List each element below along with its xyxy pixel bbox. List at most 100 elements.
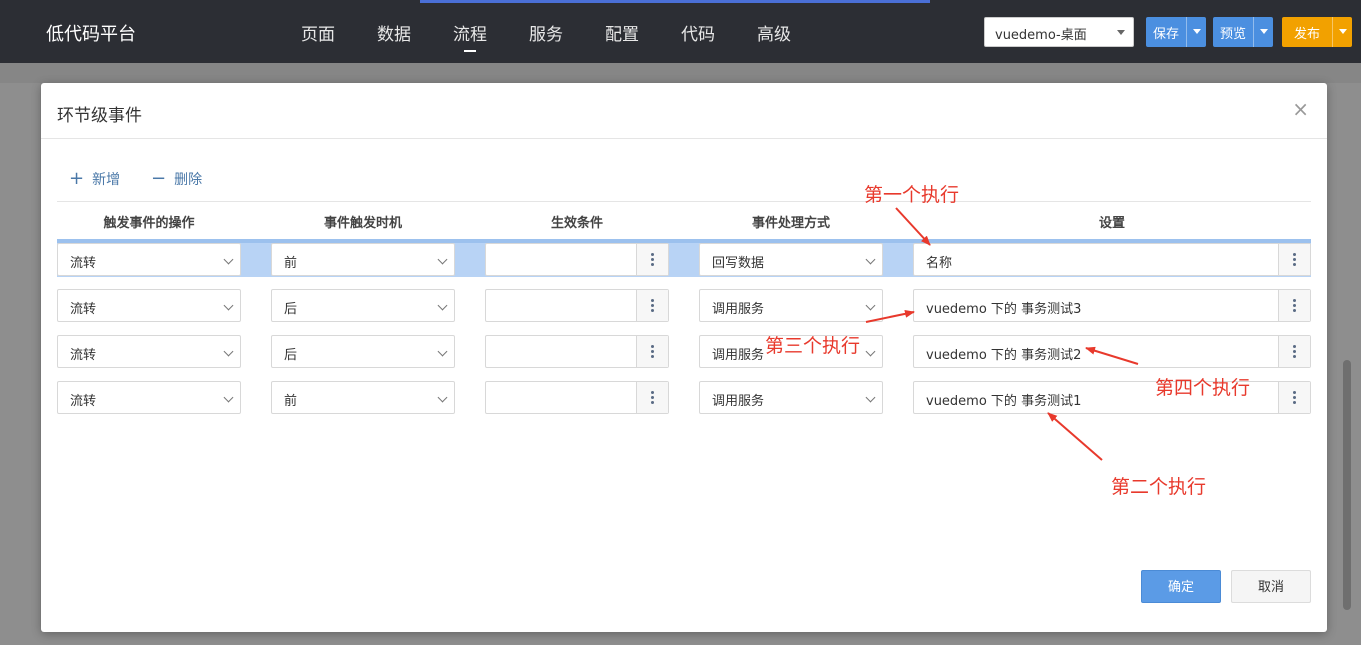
timing-select[interactable]: 前: [271, 381, 455, 414]
background-scrollbar: [1343, 360, 1351, 610]
preview-button[interactable]: 预览: [1213, 17, 1253, 47]
more-vertical-icon[interactable]: [636, 244, 668, 275]
timing-select[interactable]: 前: [271, 243, 455, 276]
setting-value: vuedemo 下的 事务测试1: [926, 394, 1082, 409]
nav-item-services[interactable]: 服务: [508, 20, 584, 52]
setting-value: vuedemo 下的 事务测试2: [926, 348, 1082, 363]
main-nav: 页面 数据 流程 服务 配置 代码 高级: [280, 20, 812, 52]
caret-down-icon: [1117, 30, 1125, 35]
setting-input[interactable]: 名称: [913, 243, 1311, 276]
setting-value: 名称: [926, 256, 953, 271]
table-row[interactable]: 流转 前 回写数据 名称: [57, 239, 1311, 277]
more-vertical-icon[interactable]: [1278, 382, 1310, 413]
method-select[interactable]: 调用服务: [699, 381, 883, 414]
add-event-label: 新增: [92, 172, 121, 188]
annotation-second: 第二个执行: [1111, 476, 1207, 498]
timing-value: 前: [284, 256, 298, 271]
setting-input[interactable]: vuedemo 下的 事务测试1: [913, 381, 1311, 414]
nav-item-config[interactable]: 配置: [584, 20, 660, 52]
condition-input[interactable]: [485, 243, 669, 276]
more-vertical-icon[interactable]: [636, 336, 668, 367]
nav-item-advanced[interactable]: 高级: [736, 20, 812, 52]
column-header-setting: 设置: [1098, 216, 1125, 231]
more-vertical-icon[interactable]: [636, 382, 668, 413]
save-button[interactable]: 保存: [1146, 17, 1186, 47]
chevron-down-icon: [437, 254, 448, 265]
operation-select[interactable]: 流转: [57, 381, 241, 414]
table-row[interactable]: 流转 前 调用服务 vuedemo 下的 事务测试1: [57, 377, 1311, 415]
method-select[interactable]: 调用服务: [699, 289, 883, 322]
dialog-title: 环节级事件: [57, 106, 142, 126]
plus-icon: +: [69, 168, 85, 189]
delete-event-label: 删除: [174, 172, 203, 188]
brand-title: 低代码平台: [46, 24, 136, 45]
timing-value: 前: [284, 394, 298, 409]
setting-value: vuedemo 下的 事务测试3: [926, 302, 1082, 317]
table-row[interactable]: 流转 后 调用服务 vuedemo 下的 事务测试2: [57, 331, 1311, 369]
dialog-header: 环节级事件 ×: [41, 83, 1327, 139]
cancel-button[interactable]: 取消: [1231, 570, 1311, 603]
nav-item-data[interactable]: 数据: [356, 20, 432, 52]
node-event-dialog: 环节级事件 × + 新增 − 删除 触发事件的操作 事件触发时机 生效条件 事件…: [41, 83, 1327, 632]
timing-value: 后: [284, 302, 298, 317]
top-accent-line: [420, 0, 930, 3]
preview-split-button: 预览: [1213, 17, 1274, 47]
confirm-button[interactable]: 确定: [1141, 570, 1221, 603]
method-value: 调用服务: [712, 348, 765, 363]
column-header-condition: 生效条件: [550, 216, 603, 231]
chevron-down-icon: [223, 392, 234, 403]
chevron-down-icon: [865, 346, 876, 357]
method-value: 调用服务: [712, 302, 765, 317]
method-select[interactable]: 回写数据: [699, 243, 883, 276]
preview-dropdown-icon[interactable]: [1253, 17, 1273, 47]
setting-input[interactable]: vuedemo 下的 事务测试2: [913, 335, 1311, 368]
operation-value: 流转: [70, 302, 97, 317]
column-header-operation: 触发事件的操作: [103, 216, 195, 231]
operation-value: 流转: [70, 256, 97, 271]
method-value: 调用服务: [712, 394, 765, 409]
more-vertical-icon[interactable]: [636, 290, 668, 321]
operation-select[interactable]: 流转: [57, 243, 241, 276]
chevron-down-icon: [865, 300, 876, 311]
app-select[interactable]: vuedemo-桌面: [984, 17, 1134, 47]
publish-split-button: 发布: [1282, 17, 1353, 47]
nav-item-pages[interactable]: 页面: [280, 20, 356, 52]
nav-item-process[interactable]: 流程: [432, 20, 508, 52]
top-navigation-bar: 低代码平台 页面 数据 流程 服务 配置 代码 高级 vuedemo-桌面 保存…: [0, 0, 1361, 63]
background-left-panel: [0, 83, 40, 645]
chevron-down-icon: [865, 254, 876, 265]
timing-select[interactable]: 后: [271, 289, 455, 322]
condition-input[interactable]: [485, 381, 669, 414]
timing-select[interactable]: 后: [271, 335, 455, 368]
more-vertical-icon[interactable]: [1278, 290, 1310, 321]
operation-select[interactable]: 流转: [57, 289, 241, 322]
condition-input[interactable]: [485, 335, 669, 368]
operation-select[interactable]: 流转: [57, 335, 241, 368]
chevron-down-icon: [223, 254, 234, 265]
setting-input[interactable]: vuedemo 下的 事务测试3: [913, 289, 1311, 322]
chevron-down-icon: [437, 300, 448, 311]
condition-input[interactable]: [485, 289, 669, 322]
chevron-down-icon: [223, 300, 234, 311]
publish-button[interactable]: 发布: [1282, 17, 1332, 47]
annotation-third: 第三个执行: [765, 335, 861, 357]
save-dropdown-icon[interactable]: [1186, 17, 1206, 47]
chevron-down-icon: [865, 392, 876, 403]
app-select-value: vuedemo-桌面: [995, 28, 1087, 43]
save-split-button: 保存: [1146, 17, 1207, 47]
timing-value: 后: [284, 348, 298, 363]
close-icon[interactable]: ×: [1292, 97, 1309, 121]
minus-icon: −: [151, 168, 167, 189]
chevron-down-icon: [437, 346, 448, 357]
method-value: 回写数据: [712, 256, 765, 271]
publish-dropdown-icon[interactable]: [1332, 17, 1352, 47]
annotation-fourth: 第四个执行: [1155, 377, 1251, 399]
annotation-first: 第一个执行: [864, 184, 960, 206]
more-vertical-icon[interactable]: [1278, 244, 1310, 275]
table-row[interactable]: 流转 后 调用服务 vuedemo 下的 事务测试3: [57, 285, 1311, 323]
more-vertical-icon[interactable]: [1278, 336, 1310, 367]
nav-item-code[interactable]: 代码: [660, 20, 736, 52]
chevron-down-icon: [437, 392, 448, 403]
add-event-button[interactable]: + 新增: [69, 169, 120, 189]
delete-event-button[interactable]: − 删除: [151, 169, 202, 189]
